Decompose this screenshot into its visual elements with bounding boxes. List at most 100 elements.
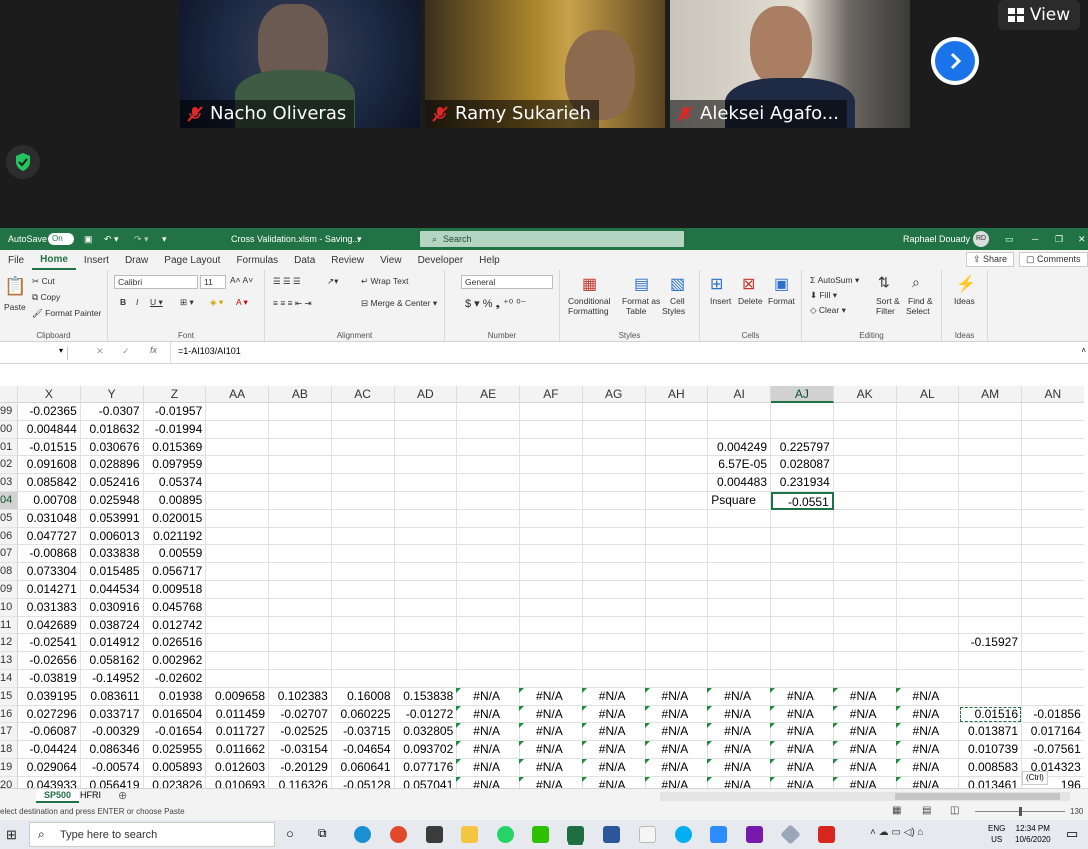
row-header[interactable]: 17 bbox=[0, 723, 18, 742]
cell[interactable] bbox=[582, 456, 646, 475]
cell[interactable]: #N/A bbox=[645, 705, 709, 724]
cell[interactable] bbox=[206, 527, 269, 546]
cell[interactable] bbox=[708, 545, 771, 564]
avatar[interactable]: RD bbox=[973, 231, 989, 247]
row-header[interactable]: 11 bbox=[0, 616, 18, 635]
cell[interactable] bbox=[394, 456, 458, 475]
cell[interactable] bbox=[520, 563, 583, 581]
formula-input[interactable]: =1-AI103/AI101 bbox=[178, 346, 241, 356]
cell[interactable]: #N/A bbox=[582, 759, 646, 777]
cell[interactable] bbox=[896, 527, 960, 546]
cell[interactable] bbox=[708, 581, 771, 599]
cell[interactable] bbox=[331, 563, 395, 581]
cell[interactable] bbox=[520, 509, 583, 528]
cell-styles-button[interactable]: Cell bbox=[670, 296, 685, 306]
cell[interactable] bbox=[771, 545, 834, 564]
cell[interactable]: 0.044534 bbox=[80, 581, 144, 599]
cell[interactable]: 0.014912 bbox=[80, 634, 144, 653]
sheet-tab-sp500[interactable]: SP500 bbox=[36, 789, 80, 803]
cell[interactable] bbox=[959, 420, 1022, 439]
fill-color-icon[interactable]: ◈ ▾ bbox=[210, 297, 223, 308]
cell[interactable] bbox=[331, 581, 395, 599]
tab-insert[interactable]: Insert bbox=[76, 255, 117, 266]
cell[interactable]: -0.01515 bbox=[18, 438, 81, 457]
cell[interactable]: 0.16008 bbox=[331, 687, 395, 706]
tab-review[interactable]: Review bbox=[323, 255, 372, 266]
cell[interactable]: #N/A bbox=[708, 687, 771, 706]
cell[interactable]: #N/A bbox=[457, 723, 520, 742]
cell[interactable] bbox=[771, 670, 834, 688]
row-header[interactable]: 09 bbox=[0, 581, 18, 599]
row-header[interactable]: 99 bbox=[0, 403, 18, 421]
cell[interactable]: #N/A bbox=[520, 687, 583, 706]
cell[interactable] bbox=[833, 670, 897, 688]
align-top-icon[interactable]: ☰ ☰ ☰ bbox=[273, 276, 301, 287]
tab-formulas[interactable]: Formulas bbox=[228, 255, 286, 266]
cell[interactable]: 0.056717 bbox=[143, 563, 207, 581]
cell[interactable] bbox=[708, 670, 771, 688]
cell[interactable] bbox=[833, 403, 897, 421]
cell[interactable] bbox=[582, 420, 646, 439]
cell[interactable]: #N/A bbox=[834, 776, 897, 788]
clear-button[interactable]: ◇ Clear ▾ bbox=[810, 305, 846, 316]
cell[interactable]: -0.20129 bbox=[269, 759, 332, 777]
row-header[interactable]: 14 bbox=[0, 670, 18, 688]
cell[interactable]: 0.093702 bbox=[394, 741, 458, 759]
cell[interactable]: 0.025955 bbox=[143, 741, 207, 759]
cell[interactable]: 0.016504 bbox=[143, 705, 207, 724]
cell[interactable] bbox=[457, 403, 520, 421]
cell[interactable] bbox=[206, 616, 269, 635]
cell[interactable] bbox=[206, 403, 269, 421]
cell[interactable] bbox=[394, 509, 458, 528]
cell[interactable] bbox=[394, 581, 458, 599]
cell[interactable]: 0.004483 bbox=[708, 474, 771, 492]
cell[interactable] bbox=[896, 420, 960, 439]
format-button[interactable]: Format bbox=[768, 296, 795, 306]
cell[interactable]: #N/A bbox=[708, 705, 771, 724]
cell[interactable]: 0.013461 bbox=[959, 776, 1022, 788]
cell[interactable] bbox=[394, 563, 458, 581]
cell[interactable] bbox=[582, 670, 646, 688]
customize-toolbar-icon[interactable]: ▾ bbox=[162, 234, 167, 245]
cell[interactable]: #N/A bbox=[771, 687, 834, 706]
cell[interactable]: #N/A bbox=[708, 759, 771, 777]
cell[interactable]: -0.02525 bbox=[269, 723, 332, 742]
cell[interactable]: #N/A bbox=[520, 723, 583, 742]
column-header-aa[interactable]: AA bbox=[206, 386, 269, 403]
cell[interactable]: -0.01856 bbox=[1022, 705, 1084, 724]
cell[interactable]: 0.053991 bbox=[80, 509, 144, 528]
windows-start-icon[interactable]: ⊞ bbox=[6, 827, 17, 843]
cell[interactable] bbox=[331, 634, 395, 653]
cell[interactable]: 0.00559 bbox=[143, 545, 207, 564]
cell[interactable] bbox=[520, 492, 583, 510]
cell[interactable]: -0.05128 bbox=[332, 776, 395, 788]
insert-button[interactable]: Insert bbox=[710, 296, 731, 306]
cell[interactable]: 0.030676 bbox=[80, 438, 144, 457]
autosave-toggle[interactable]: On bbox=[48, 233, 74, 245]
close-icon[interactable]: ✕ bbox=[1078, 234, 1086, 245]
page-break-view-icon[interactable]: ◫ bbox=[950, 805, 959, 816]
enter-icon[interactable]: ✓ bbox=[122, 346, 130, 357]
column-header-z[interactable]: Z bbox=[143, 386, 207, 403]
cell[interactable] bbox=[959, 581, 1022, 599]
cell[interactable]: 0.030916 bbox=[80, 598, 144, 617]
delete-cells-icon[interactable]: ⊠ bbox=[742, 274, 755, 294]
font-name-dropdown[interactable]: Calibri bbox=[114, 275, 198, 289]
cell[interactable] bbox=[1022, 670, 1084, 688]
cell[interactable] bbox=[708, 652, 771, 670]
cell[interactable] bbox=[582, 474, 646, 492]
spreadsheet-grid[interactable]: X Y Z AA AB AC AD AE AF AG AH AI AJ AK AL AM AN 99 -0.0236… bbox=[0, 386, 1084, 788]
cell[interactable] bbox=[457, 616, 520, 635]
cell[interactable] bbox=[331, 545, 395, 564]
cell[interactable]: #N/A bbox=[645, 741, 709, 759]
cell[interactable]: -0.01272 bbox=[394, 705, 458, 724]
cell[interactable]: -0.06087 bbox=[18, 723, 81, 742]
cell[interactable]: 0.002962 bbox=[143, 652, 207, 670]
cell[interactable] bbox=[896, 545, 960, 564]
normal-view-icon[interactable]: ▦ bbox=[892, 805, 901, 816]
cell[interactable]: 0.008583 bbox=[959, 759, 1022, 777]
cell[interactable] bbox=[896, 456, 960, 475]
cell[interactable] bbox=[896, 438, 960, 457]
cell[interactable]: 0.00708 bbox=[18, 492, 81, 510]
cell[interactable] bbox=[833, 438, 897, 457]
